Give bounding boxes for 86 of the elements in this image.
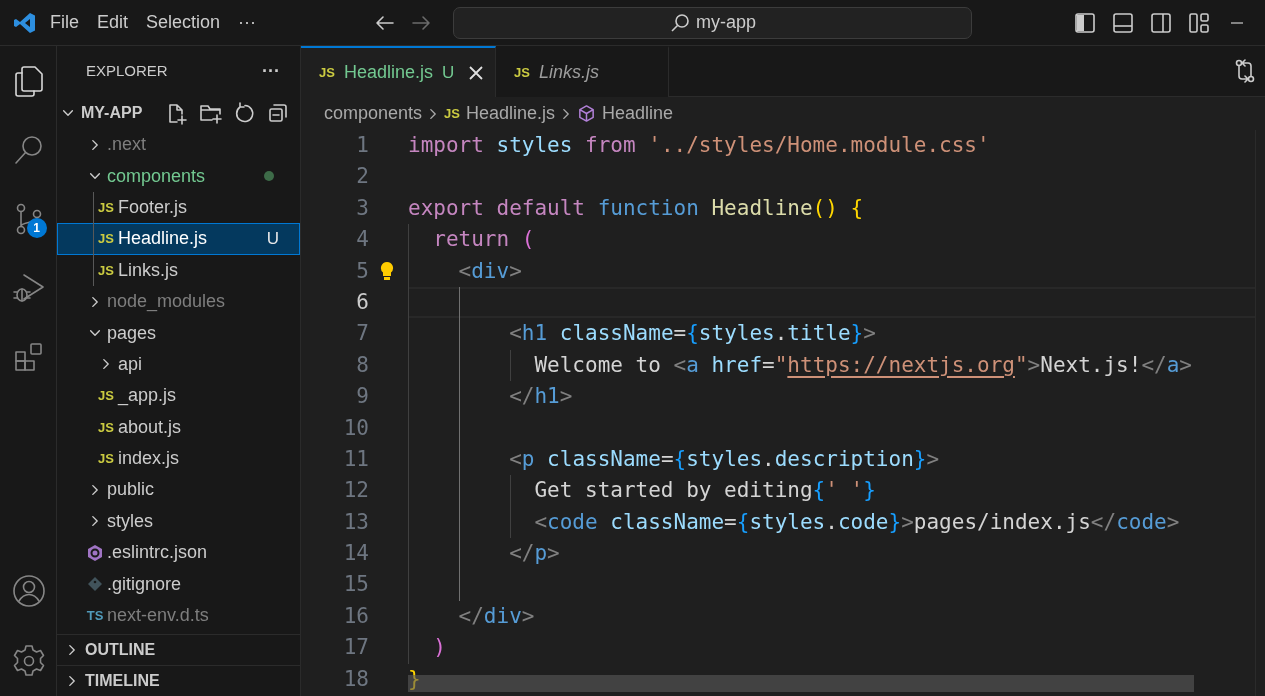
search-field[interactable]: my-app [453, 6, 972, 39]
refresh-icon[interactable] [234, 102, 256, 124]
code-line: return ( [432, 226, 535, 254]
file-type-icon: JS [98, 452, 114, 466]
code-line: </h1> [508, 383, 573, 411]
code-line: </div> [457, 602, 535, 630]
file-type-icon: JS [98, 232, 114, 246]
line-number: 12 [342, 477, 369, 505]
tree-item[interactable]: styles [57, 505, 300, 538]
tree-item[interactable]: api [57, 348, 300, 381]
tree-item[interactable]: components [57, 160, 300, 192]
line-number: 8 [355, 351, 369, 379]
line-number: 2 [355, 163, 369, 191]
line-number: 6 [355, 288, 369, 316]
app-logo [12, 10, 37, 35]
code-line: export default function Headline() { [408, 194, 864, 222]
line-number: 9 [355, 383, 369, 411]
line-number: 1 [355, 132, 369, 159]
hexagon-icon [86, 543, 104, 562]
search-icon [670, 12, 690, 33]
sidebar-title: EXPLORER [86, 61, 168, 82]
tree-item[interactable]: node_modules [57, 285, 300, 318]
tree-item[interactable]: .next [57, 129, 300, 161]
file-type-icon: JS [98, 263, 114, 277]
line-number: 7 [355, 320, 369, 348]
line-number: 17 [342, 634, 369, 662]
line-number: 14 [342, 540, 369, 568]
tree-item[interactable]: JS _app.js [57, 380, 300, 412]
tree-item[interactable]: pages [57, 317, 300, 349]
line-number: 10 [342, 414, 369, 442]
diamond-icon [87, 576, 103, 593]
tree-item[interactable]: public [57, 474, 300, 506]
line-number: 16 [342, 602, 369, 630]
line-number: 13 [342, 508, 369, 536]
tree-item[interactable]: .gitignore [57, 568, 300, 600]
tree-item[interactable]: JS about.js [57, 411, 300, 443]
line-number: 4 [355, 226, 369, 254]
menu-item[interactable]: File [41, 7, 88, 38]
collapse-all-icon[interactable] [267, 102, 289, 124]
close-icon[interactable] [467, 63, 486, 82]
line-number: 3 [355, 194, 369, 222]
editor-tab[interactable]: JS Links.js [496, 46, 669, 97]
line-number: 15 [342, 571, 369, 599]
notification-badge: 1 [26, 217, 47, 238]
file-type-icon: JS [98, 389, 114, 403]
account-icon[interactable] [10, 573, 47, 609]
file-type-icon: JS [444, 103, 460, 124]
tree-item[interactable]: .eslintrc.json [57, 537, 300, 569]
folder-header[interactable]: MY-APP [61, 101, 165, 125]
menu-item[interactable]: Edit [88, 7, 138, 38]
file-type-icon: JS [98, 200, 114, 214]
breadcrumb-item[interactable]: Headline [577, 100, 674, 127]
tree-item[interactable]: JS Links.js [57, 254, 300, 286]
editor-tab[interactable]: JS Headline.js U [301, 46, 496, 97]
code-line: import styles from '../styles/Home.module.css' [408, 132, 990, 159]
breadcrumb-item[interactable]: components [324, 100, 423, 127]
cube-icon [577, 104, 597, 123]
tree-item[interactable]: TS next-env.d.ts [57, 599, 300, 632]
tree-item[interactable]: JS Headline.js U [57, 223, 300, 255]
code-line: ) [432, 634, 446, 662]
section-header[interactable]: OUTLINE [57, 634, 300, 665]
file-type-icon: TS [86, 609, 104, 623]
code-line: </p> [508, 540, 560, 568]
menu-item[interactable]: Selection [137, 7, 230, 38]
code-line: Get started by editing{' '} [533, 477, 876, 505]
code-line: <code className={styles.code}>pages/index.js</code> [533, 508, 1180, 536]
line-number: 18 [342, 665, 369, 693]
code-line: <p className={styles.description}> [508, 445, 940, 473]
git-status-label: U [441, 61, 455, 84]
tree-item[interactable]: JS Footer.js [57, 191, 300, 224]
lightbulb-icon[interactable] [380, 261, 394, 282]
breadcrumb-item[interactable]: JS Headline.js [444, 100, 556, 127]
code-line: Welcome to <a href="https://nextjs.org">Next.js!</a> [533, 351, 1192, 379]
file-type-icon: JS [98, 420, 114, 434]
code-line: <div> [457, 257, 522, 285]
menu-item[interactable]: ··· [229, 7, 266, 38]
line-number: 5 [355, 257, 369, 285]
code-line: } [408, 665, 421, 693]
code-line: <h1 className={styles.title}> [508, 320, 876, 348]
file-type-icon: JS [514, 62, 530, 83]
git-status-label: U [266, 228, 279, 251]
more-actions-button[interactable]: ··· [262, 58, 280, 85]
tree-item[interactable]: JS index.js [57, 442, 300, 475]
section-header[interactable]: TIMELINE [57, 665, 300, 696]
line-number: 11 [342, 445, 369, 473]
file-type-icon: JS [319, 62, 335, 83]
